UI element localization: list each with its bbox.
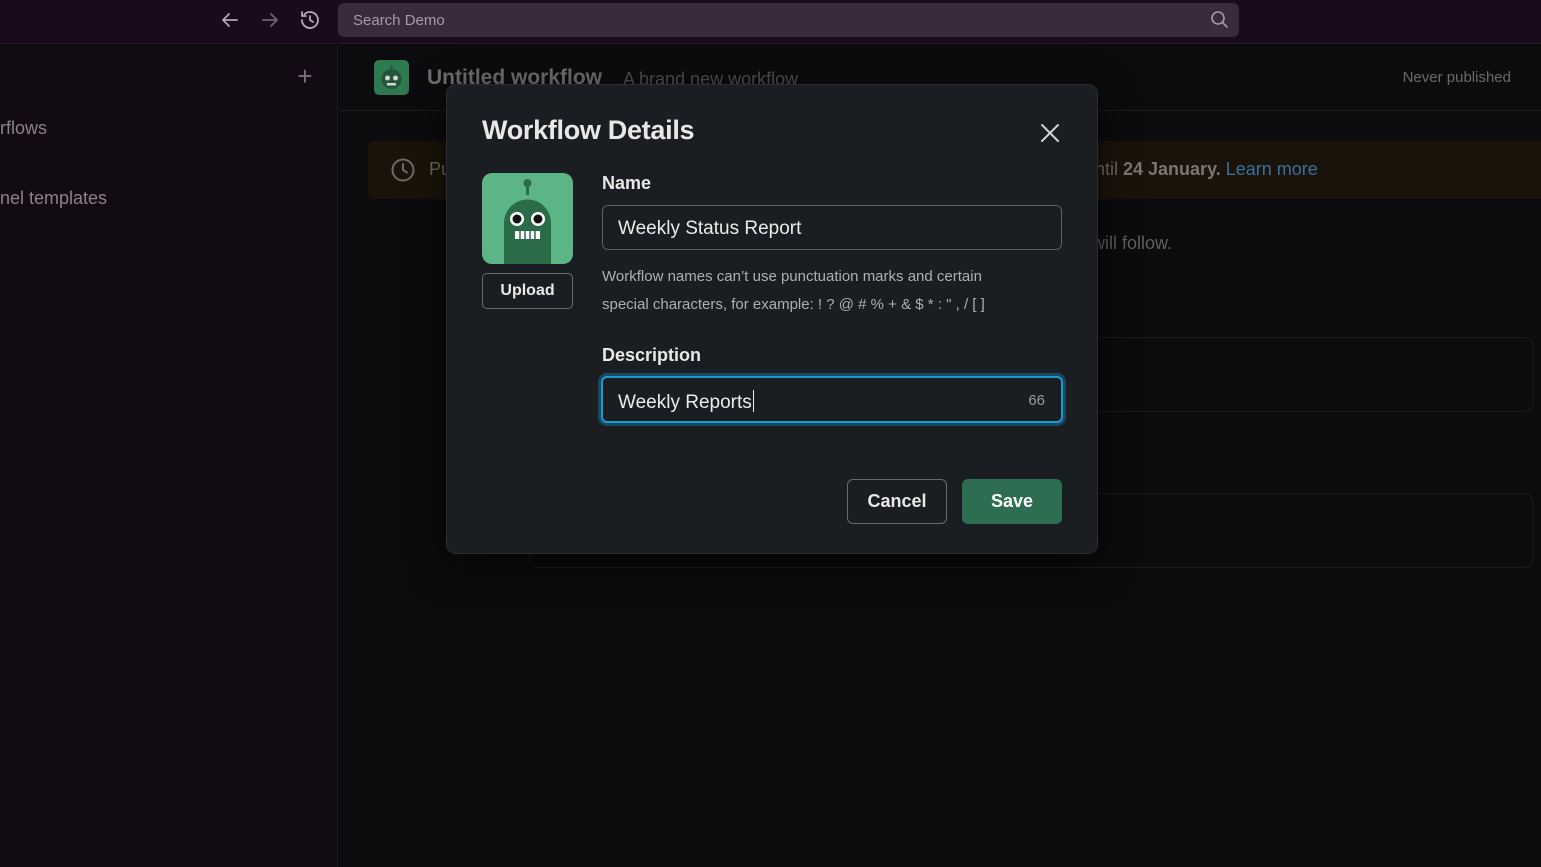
banner-prefix: ntil — [1095, 159, 1124, 179]
back-arrow-icon[interactable] — [216, 6, 244, 34]
name-input[interactable]: Weekly Status Report — [602, 205, 1062, 250]
upload-button[interactable]: Upload — [482, 273, 573, 309]
background-card — [1029, 337, 1534, 412]
search-icon[interactable] — [1209, 10, 1229, 35]
name-input-value: Weekly Status Report — [618, 218, 802, 239]
workflow-avatar-robot-icon — [482, 173, 573, 264]
learn-more-link[interactable]: Learn more — [1226, 159, 1318, 179]
background-text: will follow. — [1092, 233, 1173, 253]
forward-arrow-icon[interactable] — [256, 6, 284, 34]
workflow-details-dialog: Workflow Details Upload Name Weekly Stat… — [446, 84, 1098, 554]
description-label: Description — [602, 345, 702, 365]
top-bar: Search Demo — [0, 0, 1541, 44]
sidebar-item-channel-templates[interactable]: nel templates — [0, 188, 107, 209]
workflow-robot-icon — [374, 60, 409, 95]
sidebar-item-workflows[interactable]: rflows — [0, 118, 47, 139]
description-input[interactable]: Weekly Reports 66 — [601, 376, 1063, 423]
history-icon[interactable] — [296, 6, 324, 34]
character-counter: 66 — [1028, 392, 1045, 409]
name-help-text: Workflow names can’t use punctuation mar… — [602, 268, 985, 313]
add-icon[interactable]: + — [293, 63, 317, 89]
search-placeholder: Search Demo — [353, 12, 445, 29]
dialog-title: Workflow Details — [482, 115, 695, 145]
description-input-text: Weekly Reports — [618, 390, 754, 414]
publish-status: Never published — [1402, 69, 1511, 86]
description-input-value: Weekly Reports — [618, 392, 752, 413]
search-bar[interactable]: Search Demo — [338, 3, 1239, 37]
banner-date: 24 January. — [1123, 159, 1221, 179]
save-button[interactable]: Save — [962, 479, 1062, 524]
text-caret — [752, 390, 754, 412]
banner-text-end: ntil 24 January. Learn more — [1095, 159, 1318, 180]
sidebar: + rflows nel templates — [0, 45, 338, 867]
cancel-button[interactable]: Cancel — [847, 479, 947, 524]
close-icon[interactable] — [1035, 118, 1065, 148]
clock-icon — [390, 157, 416, 188]
name-label: Name — [602, 173, 652, 193]
